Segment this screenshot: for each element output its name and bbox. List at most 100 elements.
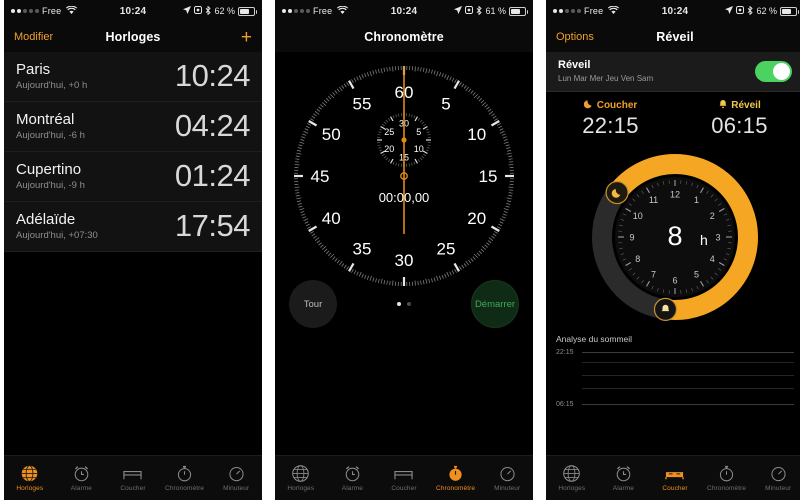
bedtime-header: Coucher: [546, 99, 675, 112]
dial-hour-label: 7: [651, 270, 656, 280]
tab-chronometre[interactable]: Chronomètre: [701, 456, 753, 500]
nav-bar-bedtime: Options Réveil: [546, 22, 800, 52]
tab-label: Alarme: [341, 485, 363, 492]
sleep-analysis-graph: 22:15 06:15: [556, 347, 794, 408]
dial-hour-label: 1: [694, 195, 699, 205]
tab-label: Coucher: [120, 485, 146, 492]
wake-column[interactable]: Réveil 06:15: [675, 99, 800, 139]
edit-button[interactable]: Modifier: [14, 31, 60, 43]
dial-hour-label: 5: [694, 270, 699, 280]
phone-panel-stopwatch: Free 10:24 61 % Chronomètre 5 10 15 20 2…: [275, 0, 533, 500]
tab-coucher[interactable]: Coucher: [649, 456, 701, 500]
city-name: Montréal: [16, 110, 75, 128]
clock-row-3[interactable]: Adélaïde Aujourd'hui, +07:30 17:54: [4, 202, 262, 252]
tab-alarme[interactable]: Alarme: [327, 456, 379, 500]
alarm-clock-icon: [616, 466, 631, 482]
stopwatch-face[interactable]: 51015202530354045505560 51015202530 00:0…: [275, 52, 533, 292]
screenshot-root: Free 10:24 62 % Modifier Horloges + Pari…: [0, 0, 800, 500]
dial-hour-label: 4: [710, 254, 715, 264]
tab-label: Horloges: [558, 485, 586, 492]
bedtime-handle[interactable]: [605, 180, 629, 205]
alarm-switch[interactable]: [755, 61, 792, 82]
bluetooth-icon: [476, 5, 483, 17]
globe-icon: [292, 465, 310, 482]
tab-coucher[interactable]: Coucher: [378, 456, 430, 500]
city-time: 17:54: [174, 208, 251, 243]
tab-label: Chronomètre: [165, 485, 205, 492]
globe-icon: [22, 465, 38, 482]
page-indicator[interactable]: [397, 302, 411, 306]
start-button[interactable]: Démarrer: [471, 280, 519, 328]
alarm-toggle-row[interactable]: Réveil Lun Mar Mer Jeu Ven Sam: [546, 52, 800, 92]
bedtime-label: Coucher: [596, 100, 638, 111]
sleep-dial[interactable]: 123456789101112 8 h: [580, 145, 770, 330]
tab-chronometre[interactable]: Chronomètre: [430, 456, 482, 500]
tab-label: Alarme: [612, 485, 634, 492]
status-bar: Free 10:24 62 %: [546, 0, 800, 22]
stopwatch-controls: Tour Démarrer: [275, 280, 533, 328]
lap-button[interactable]: Tour: [289, 280, 337, 328]
alarm-days: Lun Mar Mer Jeu Ven Sam: [558, 74, 654, 83]
stopwatch-dial-area: 51015202530354045505560 51015202530 00:0…: [275, 52, 533, 352]
tab-label: Chronomètre: [436, 485, 476, 492]
alarm-toggle-title: Réveil: [558, 59, 591, 71]
status-left: Free: [553, 5, 620, 17]
dial-hour-label: 6: [672, 275, 677, 285]
analysis-gridline: [582, 352, 794, 353]
tab-minuteur[interactable]: Minuteur: [752, 456, 800, 500]
stopwatch-subdial-label: 20: [384, 144, 394, 154]
wake-handle[interactable]: [653, 297, 678, 321]
rotation-lock-icon: [736, 6, 745, 16]
tab-label: Horloges: [16, 485, 44, 492]
stopwatch-tick-label: 40: [322, 209, 341, 228]
tab-minuteur[interactable]: Minuteur: [210, 456, 262, 500]
tab-horloges[interactable]: Horloges: [275, 456, 327, 500]
city-offset: Aujourd'hui, +07:30: [16, 229, 98, 241]
stopwatch-subdial-label: 5: [416, 127, 421, 137]
bedtime-column[interactable]: Coucher 22:15: [546, 99, 675, 139]
city-offset: Aujourd'hui, -6 h: [16, 129, 85, 141]
bed-icon: [123, 471, 143, 480]
add-clock-button[interactable]: +: [206, 28, 252, 47]
tab-alarme[interactable]: Alarme: [56, 456, 108, 500]
city-time: 01:24: [174, 158, 251, 193]
analysis-gridline: [582, 375, 794, 376]
tab-alarme[interactable]: Alarme: [598, 456, 650, 500]
tab-horloges[interactable]: Horloges: [4, 456, 56, 500]
bluetooth-icon: [747, 5, 754, 17]
clock-row-2[interactable]: Cupertino Aujourd'hui, -9 h 01:24: [4, 152, 262, 202]
tab-chronometre[interactable]: Chronomètre: [159, 456, 211, 500]
analysis-row-2: [556, 362, 794, 363]
options-button[interactable]: Options: [556, 31, 602, 43]
battery-percent: 62 %: [214, 6, 235, 16]
signal-strength-icon: [282, 9, 310, 13]
tab-label: Coucher: [391, 485, 417, 492]
location-arrow-icon: [725, 6, 734, 16]
stopwatch-tick-label: 30: [395, 251, 414, 270]
status-left: Free: [11, 5, 78, 17]
tab-label: Chronomètre: [707, 485, 747, 492]
tab-label: Horloges: [287, 485, 315, 492]
tab-minuteur[interactable]: Minuteur: [481, 456, 533, 500]
tab-horloges[interactable]: Horloges: [546, 456, 598, 500]
stopwatch-tick-label: 10: [467, 125, 486, 144]
city-offset: Aujourd'hui, +0 h: [16, 79, 88, 91]
timer-icon: [229, 466, 244, 482]
clock-row-1[interactable]: Montréal Aujourd'hui, -6 h 04:24: [4, 102, 262, 152]
location-arrow-icon: [454, 6, 463, 16]
status-right: 61 %: [454, 5, 528, 17]
wake-value: 06:15: [711, 113, 768, 138]
dial-hour-label: 10: [633, 211, 643, 221]
analysis-row-4: [556, 388, 794, 389]
tab-label: Alarme: [70, 485, 92, 492]
bedtime-value: 22:15: [582, 113, 639, 138]
clock-row-0[interactable]: Paris Aujourd'hui, +0 h 10:24: [4, 52, 262, 102]
status-left: Free: [282, 5, 349, 17]
tab-label: Minuteur: [765, 485, 792, 492]
location-arrow-icon: [183, 6, 192, 16]
wifi-icon: [66, 5, 78, 17]
inner-hand-pivot: [401, 137, 407, 143]
tab-coucher[interactable]: Coucher: [107, 456, 159, 500]
alarm-clock-icon: [74, 466, 89, 482]
bed-icon: [394, 471, 414, 480]
